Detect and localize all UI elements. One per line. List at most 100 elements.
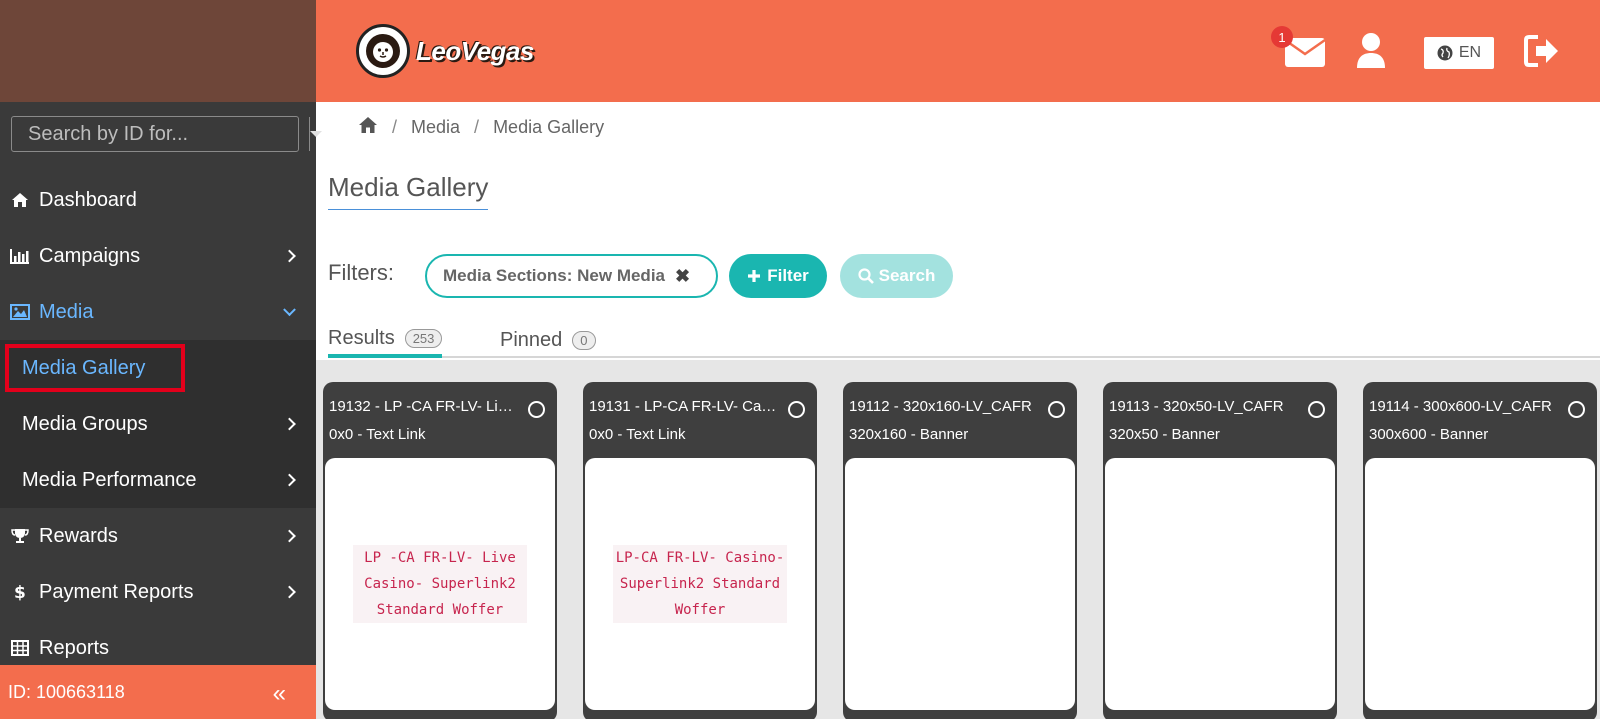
sidebar-item-label: Media	[39, 300, 94, 323]
media-card-title: 19114 - 300x600-LV_CAFR	[1369, 398, 1552, 415]
topbar: LeoVegas 1 EN	[316, 0, 1600, 102]
pinned-count-badge: 0	[572, 330, 596, 350]
media-preview	[845, 458, 1075, 710]
chevron-right-icon	[283, 585, 296, 599]
breadcrumb-media[interactable]: Media	[411, 117, 460, 138]
sidebar-item-label: Campaigns	[39, 244, 141, 267]
sidebar-item-label: Rewards	[39, 524, 118, 547]
filter-chip-label: Media Sections: New Media	[443, 266, 665, 285]
select-radio[interactable]	[788, 401, 805, 418]
tab-results[interactable]: Results 253	[328, 322, 443, 358]
dollar-icon: $	[10, 582, 30, 602]
highlight-box	[5, 344, 185, 392]
sidebar-item-campaigns[interactable]: Campaigns	[0, 228, 316, 284]
sidebar-header	[0, 0, 316, 102]
media-card[interactable]: 19114 - 300x600-LV_CAFR 300x600 - Banner	[1363, 382, 1597, 719]
brand-logo[interactable]: LeoVegas	[356, 24, 534, 78]
search-icon	[858, 268, 874, 284]
select-radio[interactable]	[1568, 401, 1585, 418]
chevron-right-icon	[283, 417, 296, 431]
affiliate-id: ID: 100663118	[8, 681, 125, 702]
sidebar-footer: ID: 100663118 «	[0, 665, 316, 719]
table-icon	[10, 638, 30, 658]
id-search-input[interactable]	[12, 117, 309, 151]
media-card[interactable]: 19132 - LP -CA FR-LV- Live Casino- Super…	[323, 382, 557, 719]
sidebar-subitem-label: Media Groups	[22, 412, 148, 435]
active-filter-chip: Media Sections: New Media ✖	[425, 254, 718, 298]
collapse-sidebar-button[interactable]: «	[273, 680, 286, 708]
media-grid: 19132 - LP -CA FR-LV- Live Casino- Super…	[316, 360, 1600, 719]
search-button-label: Search	[878, 266, 936, 285]
media-card-subtitle: 0x0 - Text Link	[589, 426, 686, 443]
search-button[interactable]: Search	[840, 254, 953, 298]
sidebar-subitem-label: Media Performance	[22, 468, 197, 491]
media-card-subtitle: 320x50 - Banner	[1109, 426, 1220, 443]
select-radio[interactable]	[1308, 401, 1325, 418]
plus-icon	[748, 270, 761, 282]
chevron-down-icon	[283, 303, 296, 317]
globe-icon	[1437, 45, 1453, 61]
chevron-right-icon	[283, 473, 296, 487]
media-card-title: 19112 - 320x160-LV_CAFR	[849, 398, 1032, 415]
user-icon	[1357, 33, 1385, 68]
add-filter-label: Filter	[767, 266, 809, 285]
id-search-box	[11, 116, 322, 152]
media-card[interactable]: 19131 - LP-CA FR-LV- Casino- Superlink2 …	[583, 382, 817, 719]
results-count-badge: 253	[404, 328, 443, 348]
profile-button[interactable]	[1356, 32, 1386, 70]
sidebar: Dashboard Campaigns Media Media Gallery …	[0, 0, 322, 719]
media-preview	[1105, 458, 1335, 710]
media-card[interactable]: 19113 - 320x50-LV_CAFR 320x50 - Banner	[1103, 382, 1337, 719]
select-radio[interactable]	[528, 401, 545, 418]
image-icon	[10, 302, 30, 322]
sidebar-nav: Dashboard Campaigns Media Media Gallery …	[0, 172, 316, 676]
sidebar-item-label: Dashboard	[39, 188, 137, 211]
lion-logo-icon	[356, 24, 410, 78]
media-preview: LP-CA FR-LV- Casino- Superlink2 Standard…	[585, 458, 815, 710]
main-content: / Media / Media Gallery Media Gallery Fi…	[316, 102, 1600, 719]
chevron-right-icon	[283, 529, 296, 543]
text-link-preview: LP-CA FR-LV- Casino- Superlink2 Standard…	[613, 545, 787, 623]
media-card-title: 19132 - LP -CA FR-LV- Live Casino- Super…	[329, 398, 519, 415]
breadcrumb: / Media / Media Gallery	[358, 116, 604, 139]
media-preview: LP -CA FR-LV- Live Casino- Superlink2 St…	[325, 458, 555, 710]
unread-count-badge: 1	[1271, 26, 1293, 48]
media-card-title: 19131 - LP-CA FR-LV- Casino- Superlink2 …	[589, 398, 779, 415]
breadcrumb-separator: /	[392, 117, 398, 137]
sidebar-subitem-media-gallery[interactable]: Media Gallery	[0, 340, 316, 396]
text-link-preview: LP -CA FR-LV- Live Casino- Superlink2 St…	[353, 545, 527, 623]
breadcrumb-separator: /	[474, 117, 480, 137]
sidebar-item-dashboard[interactable]: Dashboard	[0, 172, 316, 228]
home-icon	[10, 190, 30, 210]
sidebar-subitem-media-performance[interactable]: Media Performance	[0, 452, 316, 508]
tab-label: Pinned	[500, 328, 563, 351]
sign-out-icon	[1524, 35, 1558, 67]
chevron-right-icon	[283, 249, 296, 263]
home-icon[interactable]	[358, 116, 378, 139]
language-code: EN	[1458, 44, 1482, 61]
language-selector[interactable]: EN	[1424, 37, 1494, 69]
sidebar-subitem-media-groups[interactable]: Media Groups	[0, 396, 316, 452]
messages-button[interactable]: 1	[1271, 26, 1326, 68]
breadcrumb-media-gallery: Media Gallery	[493, 117, 605, 137]
media-card-subtitle: 320x160 - Banner	[849, 426, 969, 443]
media-card[interactable]: 19112 - 320x160-LV_CAFR 320x160 - Banner	[843, 382, 1077, 719]
logout-button[interactable]	[1524, 34, 1560, 68]
sidebar-item-media[interactable]: Media	[0, 284, 316, 340]
add-filter-button[interactable]: Filter	[729, 254, 827, 298]
sidebar-item-payment-reports[interactable]: $ Payment Reports	[0, 564, 316, 620]
select-radio[interactable]	[1048, 401, 1065, 418]
tab-pinned[interactable]: Pinned 0	[500, 322, 596, 358]
tab-label: Results	[328, 326, 395, 349]
media-card-subtitle: 300x600 - Banner	[1369, 426, 1489, 443]
media-card-subtitle: 0x0 - Text Link	[329, 426, 426, 443]
svg-text:$: $	[14, 583, 26, 601]
sidebar-item-label: Payment Reports	[39, 580, 194, 603]
trophy-icon	[10, 526, 30, 546]
media-preview	[1365, 458, 1595, 710]
media-card-title: 19113 - 320x50-LV_CAFR	[1109, 398, 1284, 415]
remove-filter-icon[interactable]: ✖	[675, 266, 690, 287]
sidebar-item-rewards[interactable]: Rewards	[0, 508, 316, 564]
filters-label: Filters:	[328, 260, 394, 285]
bar-chart-icon	[10, 246, 30, 266]
